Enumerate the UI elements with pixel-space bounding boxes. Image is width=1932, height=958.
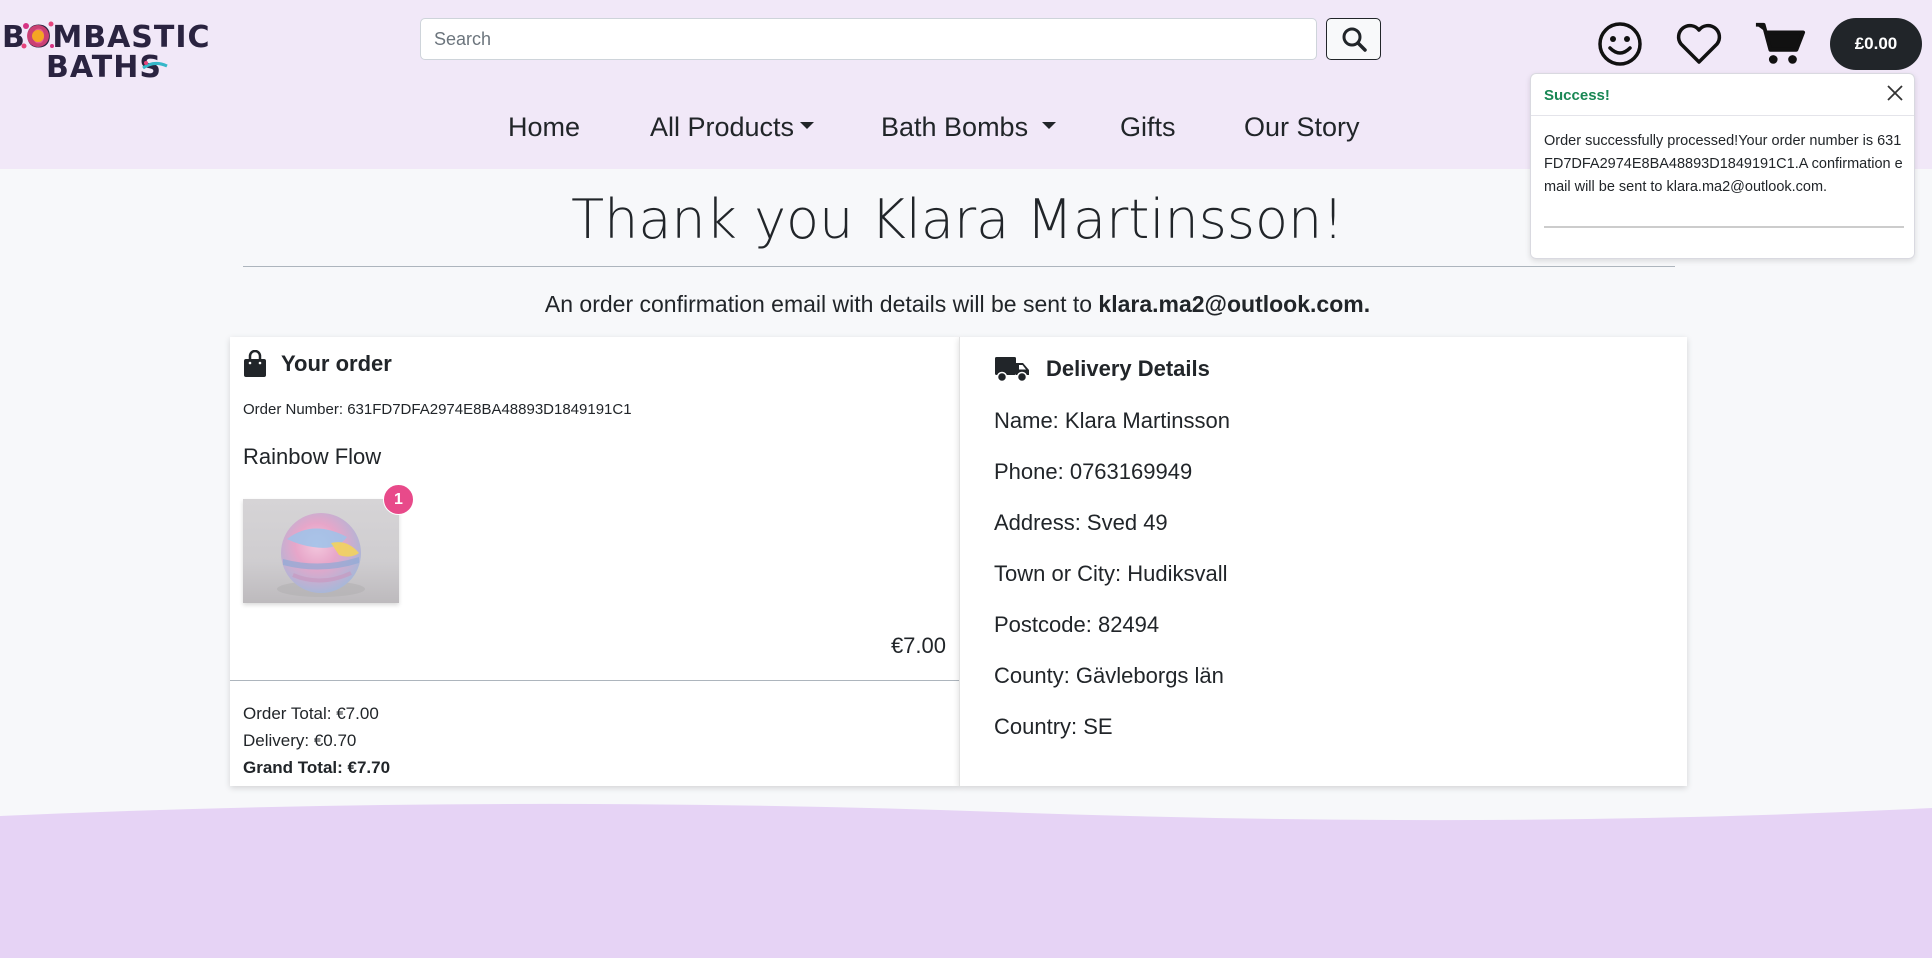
- delivery-address: Address: Sved 49: [994, 510, 1168, 535]
- search-icon: [1342, 27, 1367, 52]
- logo-splash-icon: [21, 21, 54, 49]
- smiley-icon: [1598, 22, 1642, 66]
- nav-our-story[interactable]: Our Story: [1244, 112, 1360, 143]
- delivery-name: Name: Klara Martinsson: [994, 408, 1230, 433]
- success-toast: Success! Order successfully processed!Yo…: [1530, 73, 1915, 259]
- nav-home[interactable]: Home: [508, 112, 580, 143]
- order-totals: Order Total: €7.00 Delivery: €0.70 Grand…: [243, 700, 390, 781]
- delivery-heading-label: Delivery Details: [1046, 356, 1210, 381]
- nav-bath-bombs-label: Bath Bombs: [881, 112, 1029, 142]
- delivery-phone: Phone: 0763169949: [994, 459, 1193, 484]
- site-logo[interactable]: BOMBASTIC BATHS: [0, 8, 210, 85]
- toast-divider: [1544, 226, 1904, 228]
- quantity-badge: 1: [383, 484, 414, 515]
- logo-swoosh-icon: [142, 61, 168, 70]
- confirmation-email: klara.ma2@outlook.com.: [1098, 291, 1371, 317]
- delivery-details-card: Delivery Details Name: Klara Martinsson …: [959, 337, 1687, 786]
- shopping-bag-icon: [244, 350, 266, 377]
- order-divider: [230, 680, 959, 681]
- account-button[interactable]: [1594, 18, 1646, 70]
- nav-home-label: Home: [508, 112, 581, 142]
- toast-message: Order successfully processed!Your order …: [1544, 133, 1903, 195]
- delivery-details-list: Name: Klara Martinsson Phone: 0763169949…: [994, 405, 1230, 762]
- nav-all-products[interactable]: All Products: [650, 112, 815, 143]
- order-total: Order Total: €7.00: [243, 704, 379, 723]
- order-summary-card: Your order Order Number: 631FD7DFA2974E8…: [230, 337, 959, 786]
- caret-down-icon: [800, 122, 815, 130]
- footer-wave: [0, 803, 1932, 958]
- line-item-price: €7.00: [890, 633, 946, 658]
- search-input[interactable]: [421, 19, 1316, 59]
- nav-gifts[interactable]: Gifts: [1120, 112, 1176, 143]
- delivery-town: Town or City: Hudiksvall: [994, 561, 1228, 586]
- search-button[interactable]: [1326, 18, 1381, 60]
- wishlist-button[interactable]: [1673, 18, 1725, 70]
- product-name[interactable]: Rainbow Flow: [243, 444, 381, 470]
- close-icon[interactable]: [1884, 82, 1906, 104]
- order-heading: Your order: [243, 350, 392, 378]
- order-number: Order Number: 631FD7DFA2974E8BA48893D184…: [243, 401, 632, 418]
- nav-all-products-label: All Products: [650, 112, 795, 142]
- nav-our-story-label: Our Story: [1244, 112, 1360, 142]
- toast-title: Success!: [1544, 87, 1610, 104]
- delivery-county: County: Gävleborgs län: [994, 663, 1224, 688]
- search-box: [420, 18, 1317, 60]
- caret-down-icon: [1042, 122, 1057, 130]
- product-image[interactable]: [243, 499, 399, 603]
- delivery-country: Country: SE: [994, 714, 1113, 739]
- confirmation-message: An order confirmation email with details…: [0, 291, 1915, 318]
- cart-total-button[interactable]: £0.00: [1830, 18, 1922, 70]
- grand-total: Grand Total: €7.70: [243, 758, 391, 777]
- heart-icon: [1676, 23, 1722, 64]
- card-divider: [959, 337, 960, 786]
- delivery-heading: Delivery Details: [994, 355, 1210, 383]
- delivery-postcode: Postcode: 82494: [994, 612, 1160, 637]
- truck-icon: [995, 357, 1029, 383]
- toast-header: Success!: [1531, 74, 1914, 116]
- nav-bath-bombs[interactable]: Bath Bombs: [881, 112, 1057, 143]
- delivery-cost: Delivery: €0.70: [243, 731, 357, 750]
- shopping-cart-icon: [1755, 22, 1806, 64]
- bath-bomb-image: [277, 513, 365, 597]
- order-heading-label: Your order: [281, 351, 392, 376]
- cart-button[interactable]: [1754, 18, 1806, 70]
- title-divider: [243, 266, 1675, 267]
- confirmation-prefix: An order confirmation email with details…: [544, 291, 1093, 317]
- nav-gifts-label: Gifts: [1120, 112, 1176, 142]
